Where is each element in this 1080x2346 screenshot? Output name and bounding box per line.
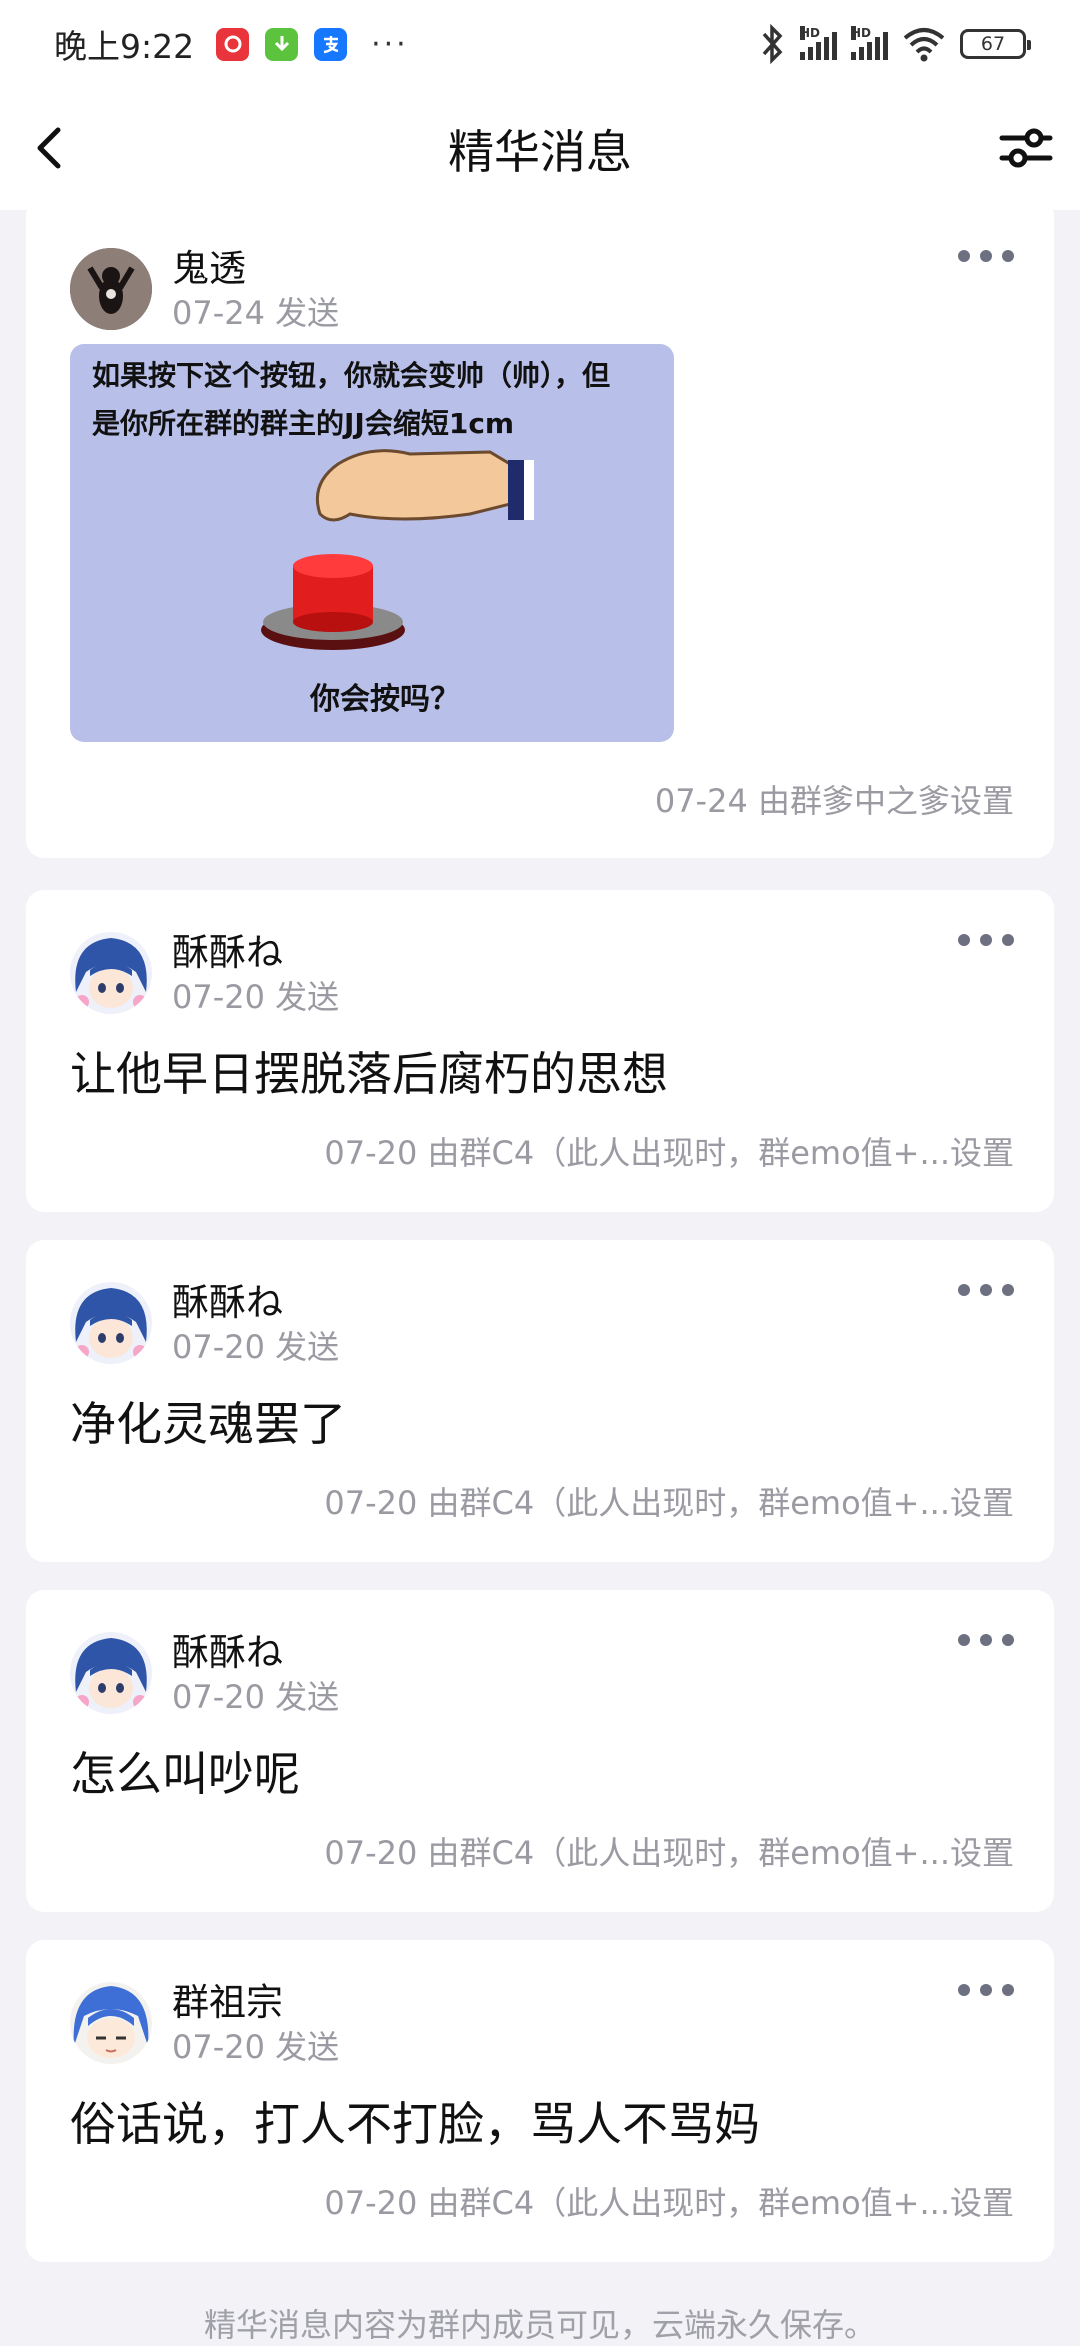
message-text: 让他早日摆脱落后腐朽的思想 <box>70 1047 668 1101</box>
essence-card[interactable]: 酥酥ね 07-20 发送 净化灵魂罢了 07-20 由群C4（此人出现时，群em… <box>26 1240 1054 1562</box>
essence-card[interactable]: 酥酥ね 07-20 发送 让他早日摆脱落后腐朽的思想 07-20 由群C4（此人… <box>26 890 1054 1212</box>
send-date: 07-20 发送 <box>172 2028 340 2066</box>
sender-name: 酥酥ね <box>172 1631 283 1674</box>
message-text: 怎么叫吵呢 <box>70 1747 300 1801</box>
send-date: 07-20 发送 <box>172 978 340 1016</box>
notification-icons <box>216 27 348 61</box>
set-by-info: 07-24 由群爹中之爹设置 <box>654 782 1014 820</box>
sender-name: 群祖宗 <box>172 1981 283 2024</box>
send-date: 07-20 发送 <box>172 1678 340 1716</box>
signal-icon-1: HD <box>800 26 837 60</box>
more-options-icon[interactable] <box>958 246 1014 266</box>
send-date: 07-20 发送 <box>172 1328 340 1366</box>
set-by-info: 07-20 由群C4（此人出现时，群emo值+...设置 <box>324 2184 1014 2222</box>
essence-card[interactable]: 群祖宗 07-20 发送 俗话说，打人不打脸，骂人不骂妈 07-20 由群C4（… <box>26 1940 1054 2262</box>
netease-music-icon <box>216 27 250 61</box>
more-options-icon[interactable] <box>958 930 1014 950</box>
more-options-icon[interactable] <box>958 1980 1014 2000</box>
signal-icon-2: HD <box>851 26 888 60</box>
send-date: 07-24 发送 <box>172 294 340 332</box>
status-bar: 晚上9:22 ··· HD HD 67 <box>0 0 1080 88</box>
status-more: ··· <box>371 26 409 62</box>
avatar[interactable] <box>70 932 152 1014</box>
set-by-info: 07-20 由群C4（此人出现时，群emo值+...设置 <box>324 1134 1014 1172</box>
battery-level: 67 <box>980 33 1006 55</box>
back-arrow-icon[interactable] <box>20 118 80 178</box>
more-options-icon[interactable] <box>958 1630 1014 1650</box>
wifi-icon <box>903 28 945 62</box>
set-by-info: 07-20 由群C4（此人出现时，群emo值+...设置 <box>324 1484 1014 1522</box>
nav-bar: 精华消息 <box>0 88 1080 210</box>
message-text: 俗话说，打人不打脸，骂人不骂妈 <box>70 2097 760 2151</box>
set-by-info: 07-20 由群C4（此人出现时，群emo值+...设置 <box>324 1834 1014 1872</box>
filter-settings-icon[interactable] <box>996 118 1056 178</box>
essence-card[interactable]: 鬼透 07-24 发送 如果按下这个按钮，你就会变帅（帅），但 是你所在群的群主… <box>26 198 1054 858</box>
alipay-icon <box>314 27 348 61</box>
sender-name: 酥酥ね <box>172 931 283 974</box>
download-icon <box>265 27 299 61</box>
avatar[interactable] <box>70 248 152 330</box>
bluetooth-icon <box>762 24 783 64</box>
status-time: 晚上9:22 <box>54 27 195 66</box>
footer-note: 精华消息内容为群内成员可见，云端永久保存。 <box>203 2306 876 2344</box>
meme-caption: 你会按吗？ <box>310 682 460 717</box>
page-title: 精华消息 <box>448 125 632 179</box>
avatar[interactable] <box>70 1982 152 2064</box>
sender-name: 酥酥ね <box>172 1281 283 1324</box>
essence-card[interactable]: 酥酥ね 07-20 发送 怎么叫吵呢 07-20 由群C4（此人出现时，群emo… <box>26 1590 1054 1912</box>
message-text: 净化灵魂罢了 <box>70 1397 346 1451</box>
more-options-icon[interactable] <box>958 1280 1014 1300</box>
avatar[interactable] <box>70 1632 152 1714</box>
battery-icon: 67 <box>960 29 1031 59</box>
status-right: HD HD 67 <box>758 24 1031 64</box>
meme-image[interactable]: 如果按下这个按钮，你就会变帅（帅），但 是你所在群的群主的JJ会缩短1cm 你会… <box>70 344 674 742</box>
sender-name: 鬼透 <box>172 247 246 290</box>
avatar[interactable] <box>70 1282 152 1364</box>
